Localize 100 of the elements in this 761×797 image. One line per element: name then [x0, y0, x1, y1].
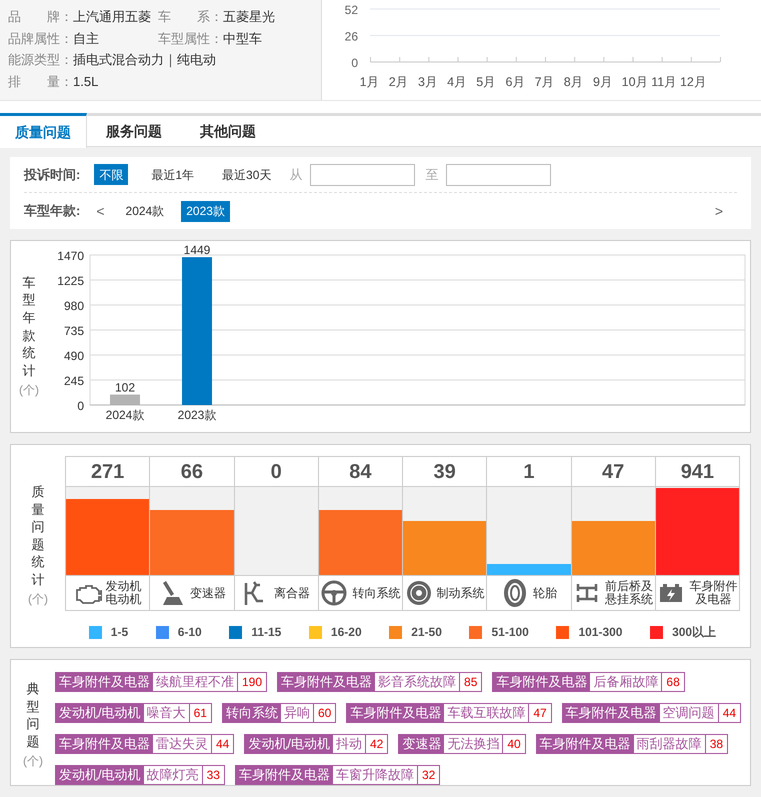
month-label: 11月 — [651, 75, 678, 89]
next-button[interactable]: > — [714, 200, 723, 222]
category-text: 转向系统 — [222, 704, 281, 722]
count-text: 32 — [420, 767, 436, 784]
steering-wheel-icon — [320, 579, 348, 607]
month-label: 8月 — [564, 75, 584, 89]
date-input[interactable] — [310, 164, 416, 186]
filter-option[interactable]: 最近30天 — [217, 164, 276, 185]
category-text: 车身附件及电器 — [536, 735, 634, 753]
unit-label: (个) — [23, 753, 43, 770]
prev-button[interactable]: < — [96, 200, 105, 222]
issue-text: 雨刮器故障 — [634, 735, 706, 753]
tick-label: 0 — [351, 56, 358, 70]
category-label: 制动系统 — [436, 586, 485, 600]
month-label: 7月 — [534, 75, 555, 89]
issue-text: 车窗升降故障 — [332, 766, 418, 784]
unit-label: (个) — [19, 382, 39, 400]
month-label: 3月 — [418, 75, 438, 89]
issue-text: 车载互联故障 — [444, 704, 530, 722]
issue-text: 续航里程不准 — [153, 673, 238, 691]
filter-label: 投诉时间: — [24, 166, 80, 184]
tick-label: 980 — [64, 299, 84, 313]
tab[interactable]: 质量问题 — [0, 113, 87, 148]
field-label: 排 量： — [8, 72, 73, 90]
side-title: 质量问题统计 — [32, 483, 44, 588]
issue-text: 影音系统故障 — [375, 673, 460, 691]
year-option[interactable]: 2024款 — [120, 200, 170, 222]
legend-label: 16-20 — [330, 624, 362, 641]
count-text: 61 — [192, 705, 208, 722]
category-text: 变速器 — [399, 735, 444, 753]
field-label: 品 牌： — [8, 8, 73, 26]
month-label: 1月 — [360, 75, 380, 89]
field-value: 中型车 — [223, 30, 262, 48]
issue-text: 无法换挡 — [444, 735, 504, 753]
count-text: 68 — [665, 674, 681, 691]
field-value: 自主 — [73, 30, 99, 48]
tick-label: 490 — [64, 349, 84, 363]
legend-label: 11-15 — [251, 624, 282, 641]
count-text: 44 — [722, 705, 738, 722]
issue-text: 噪音大 — [144, 704, 190, 722]
category-text: 车身附件及电器 — [56, 673, 153, 691]
category-text: 发动机/电动机 — [245, 735, 333, 753]
value-label: 102 — [114, 380, 136, 395]
field-value: 1.5L — [73, 72, 98, 90]
category-label: 前后桥及悬挂系统 — [605, 580, 654, 606]
filter-option[interactable]: 不限 — [94, 164, 128, 185]
field-value: 插电式混合动力｜纯电动 — [73, 51, 216, 70]
bar — [110, 394, 140, 405]
field-label: 品牌属性： — [8, 30, 73, 48]
issue-text: 后备厢故障 — [590, 673, 662, 691]
field-label: 车 系： — [158, 8, 223, 26]
category-label: 2024款 — [106, 408, 144, 422]
count-text: 44 — [215, 736, 230, 753]
month-label: 5月 — [476, 75, 496, 89]
legend-label: 101-300 — [578, 624, 622, 641]
category-label: 转向系统 — [352, 586, 400, 600]
category-label: 变速器 — [190, 586, 226, 600]
filter-label: 车型年款: — [24, 202, 80, 220]
category-text: 车身附件及电器 — [347, 704, 444, 722]
filter-option[interactable]: 最近1年 — [146, 164, 200, 185]
month-label: 12月 — [680, 75, 707, 89]
month-label: 6月 — [505, 75, 526, 89]
issue-text: 异响 — [280, 704, 314, 722]
count-text: 85 — [463, 674, 478, 691]
to-label: 至 — [425, 166, 438, 184]
legend-label: 300以上 — [672, 624, 716, 641]
count-text: 47 — [532, 705, 548, 722]
count-text: 60 — [316, 705, 332, 722]
legend-label: 21-50 — [411, 624, 442, 641]
category-text: 车身附件及电器 — [278, 673, 376, 691]
tick-label: 1470 — [57, 249, 84, 263]
legend-label: 1-5 — [110, 624, 128, 641]
category-label: 发动机电动机 — [106, 580, 142, 606]
tick-label: 52 — [344, 3, 358, 17]
month-label: 9月 — [592, 75, 613, 89]
category-label: 车身附件及电器 — [689, 580, 738, 606]
tick-label: 0 — [77, 399, 84, 413]
issue-text: 故障灯亮 — [144, 766, 203, 784]
category-text: 发动机/电动机 — [56, 766, 144, 784]
count-text: 40 — [506, 736, 522, 753]
category-text: 车身附件及电器 — [562, 704, 660, 722]
month-label: 10月 — [622, 75, 649, 89]
category-text: 车身附件及电器 — [493, 673, 590, 691]
category-label: 2023款 — [178, 408, 216, 422]
field-label: 能源类型： — [8, 51, 73, 69]
count-text: 33 — [206, 767, 221, 784]
brake-disc-icon — [404, 579, 433, 607]
value-label: 1449 — [184, 243, 210, 258]
field-value: 上汽通用五菱 — [73, 8, 151, 26]
from-label: 从 — [289, 166, 302, 184]
date-input[interactable] — [446, 164, 552, 186]
field-label: 车型属性： — [158, 30, 223, 48]
month-label: 2月 — [388, 75, 409, 89]
category-text: 车身附件及电器 — [236, 766, 333, 784]
side-title: 典型问题 — [26, 680, 40, 750]
issue-text: 抖动 — [332, 735, 366, 753]
tick-label: 1225 — [57, 274, 84, 288]
category-text: 发动机/电动机 — [56, 704, 144, 722]
year-option[interactable]: 2023款 — [181, 200, 230, 222]
category-label: 轮胎 — [532, 586, 557, 600]
